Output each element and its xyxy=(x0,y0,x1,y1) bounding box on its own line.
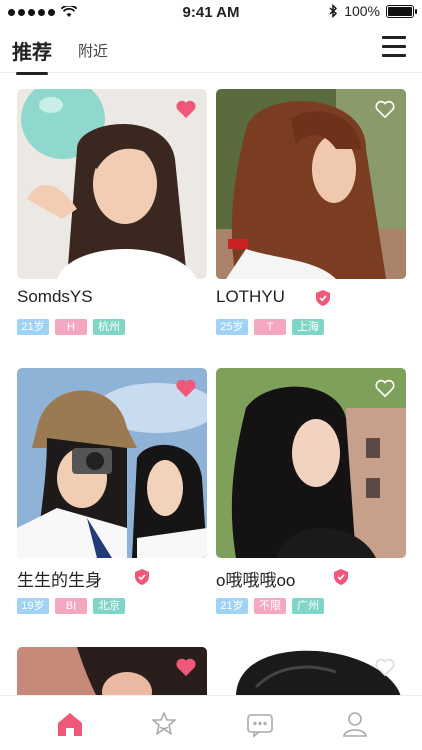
status-bar: 9:41 AM 100% xyxy=(0,0,422,24)
profile-photo[interactable] xyxy=(17,368,207,558)
profile-tags: 21岁 不限 广州 xyxy=(216,598,324,614)
bluetooth-icon xyxy=(329,4,338,18)
city-tag: 上海 xyxy=(292,319,324,335)
profile-card[interactable]: o哦哦哦oo 21岁 不限 广州 xyxy=(216,368,406,618)
battery-percent: 100% xyxy=(344,3,380,19)
age-tag: 19岁 xyxy=(17,598,49,614)
verified-shield-icon xyxy=(316,290,330,306)
profile-photo[interactable] xyxy=(17,89,207,279)
verified-shield-icon xyxy=(334,569,348,585)
profile-name: 生生的生身 xyxy=(17,571,102,590)
heart-outline-icon[interactable] xyxy=(374,378,396,398)
profile-tags: 25岁 T 上海 xyxy=(216,319,324,335)
orientation-tag: BI xyxy=(55,598,87,614)
home-icon[interactable] xyxy=(56,710,84,738)
profile-card[interactable] xyxy=(17,647,207,697)
tab-nearby[interactable]: 附近 xyxy=(78,40,108,61)
verified-shield-icon xyxy=(135,569,149,585)
profile-photo[interactable] xyxy=(216,647,406,697)
profile-card[interactable]: 生生的生身 19岁 BI 北京 xyxy=(17,368,207,618)
age-tag: 25岁 xyxy=(216,319,248,335)
profile-card[interactable]: LOTHYU 25岁 T 上海 xyxy=(216,89,406,339)
tab-recommended[interactable]: 推荐 xyxy=(12,36,52,75)
profile-tags: 21岁 H 杭州 xyxy=(17,319,125,335)
heart-outline-icon[interactable] xyxy=(374,99,396,119)
profile-card[interactable] xyxy=(216,647,406,697)
heart-filled-icon[interactable] xyxy=(175,378,197,398)
heart-outline-icon[interactable] xyxy=(374,657,396,677)
age-tag: 21岁 xyxy=(17,319,49,335)
orientation-tag: T xyxy=(254,319,286,335)
heart-filled-icon[interactable] xyxy=(175,657,197,677)
orientation-tag: H xyxy=(55,319,87,335)
menu-icon[interactable] xyxy=(382,36,406,58)
city-tag: 北京 xyxy=(93,598,125,614)
battery-icon xyxy=(386,4,417,18)
star-badge-icon[interactable] xyxy=(150,710,178,738)
profile-name: SomdsYS xyxy=(17,287,93,306)
orientation-tag: 不限 xyxy=(254,598,286,614)
profile-photo[interactable] xyxy=(216,89,406,279)
profile-name: LOTHYU xyxy=(216,287,285,306)
message-icon[interactable] xyxy=(246,710,274,738)
city-tag: 广州 xyxy=(292,598,324,614)
profile-card[interactable]: SomdsYS 21岁 H 杭州 xyxy=(17,89,207,339)
profile-photo[interactable] xyxy=(17,647,207,697)
profile-icon[interactable] xyxy=(341,710,369,738)
bottom-tab-bar xyxy=(0,695,422,750)
top-nav: 推荐 附近 xyxy=(0,28,422,75)
status-right: 100% xyxy=(329,3,417,19)
profile-name: o哦哦哦oo xyxy=(216,571,296,590)
profile-photo[interactable] xyxy=(216,368,406,558)
profile-tags: 19岁 BI 北京 xyxy=(17,598,125,614)
city-tag: 杭州 xyxy=(93,319,125,335)
heart-filled-icon[interactable] xyxy=(175,99,197,119)
age-tag: 21岁 xyxy=(216,598,248,614)
